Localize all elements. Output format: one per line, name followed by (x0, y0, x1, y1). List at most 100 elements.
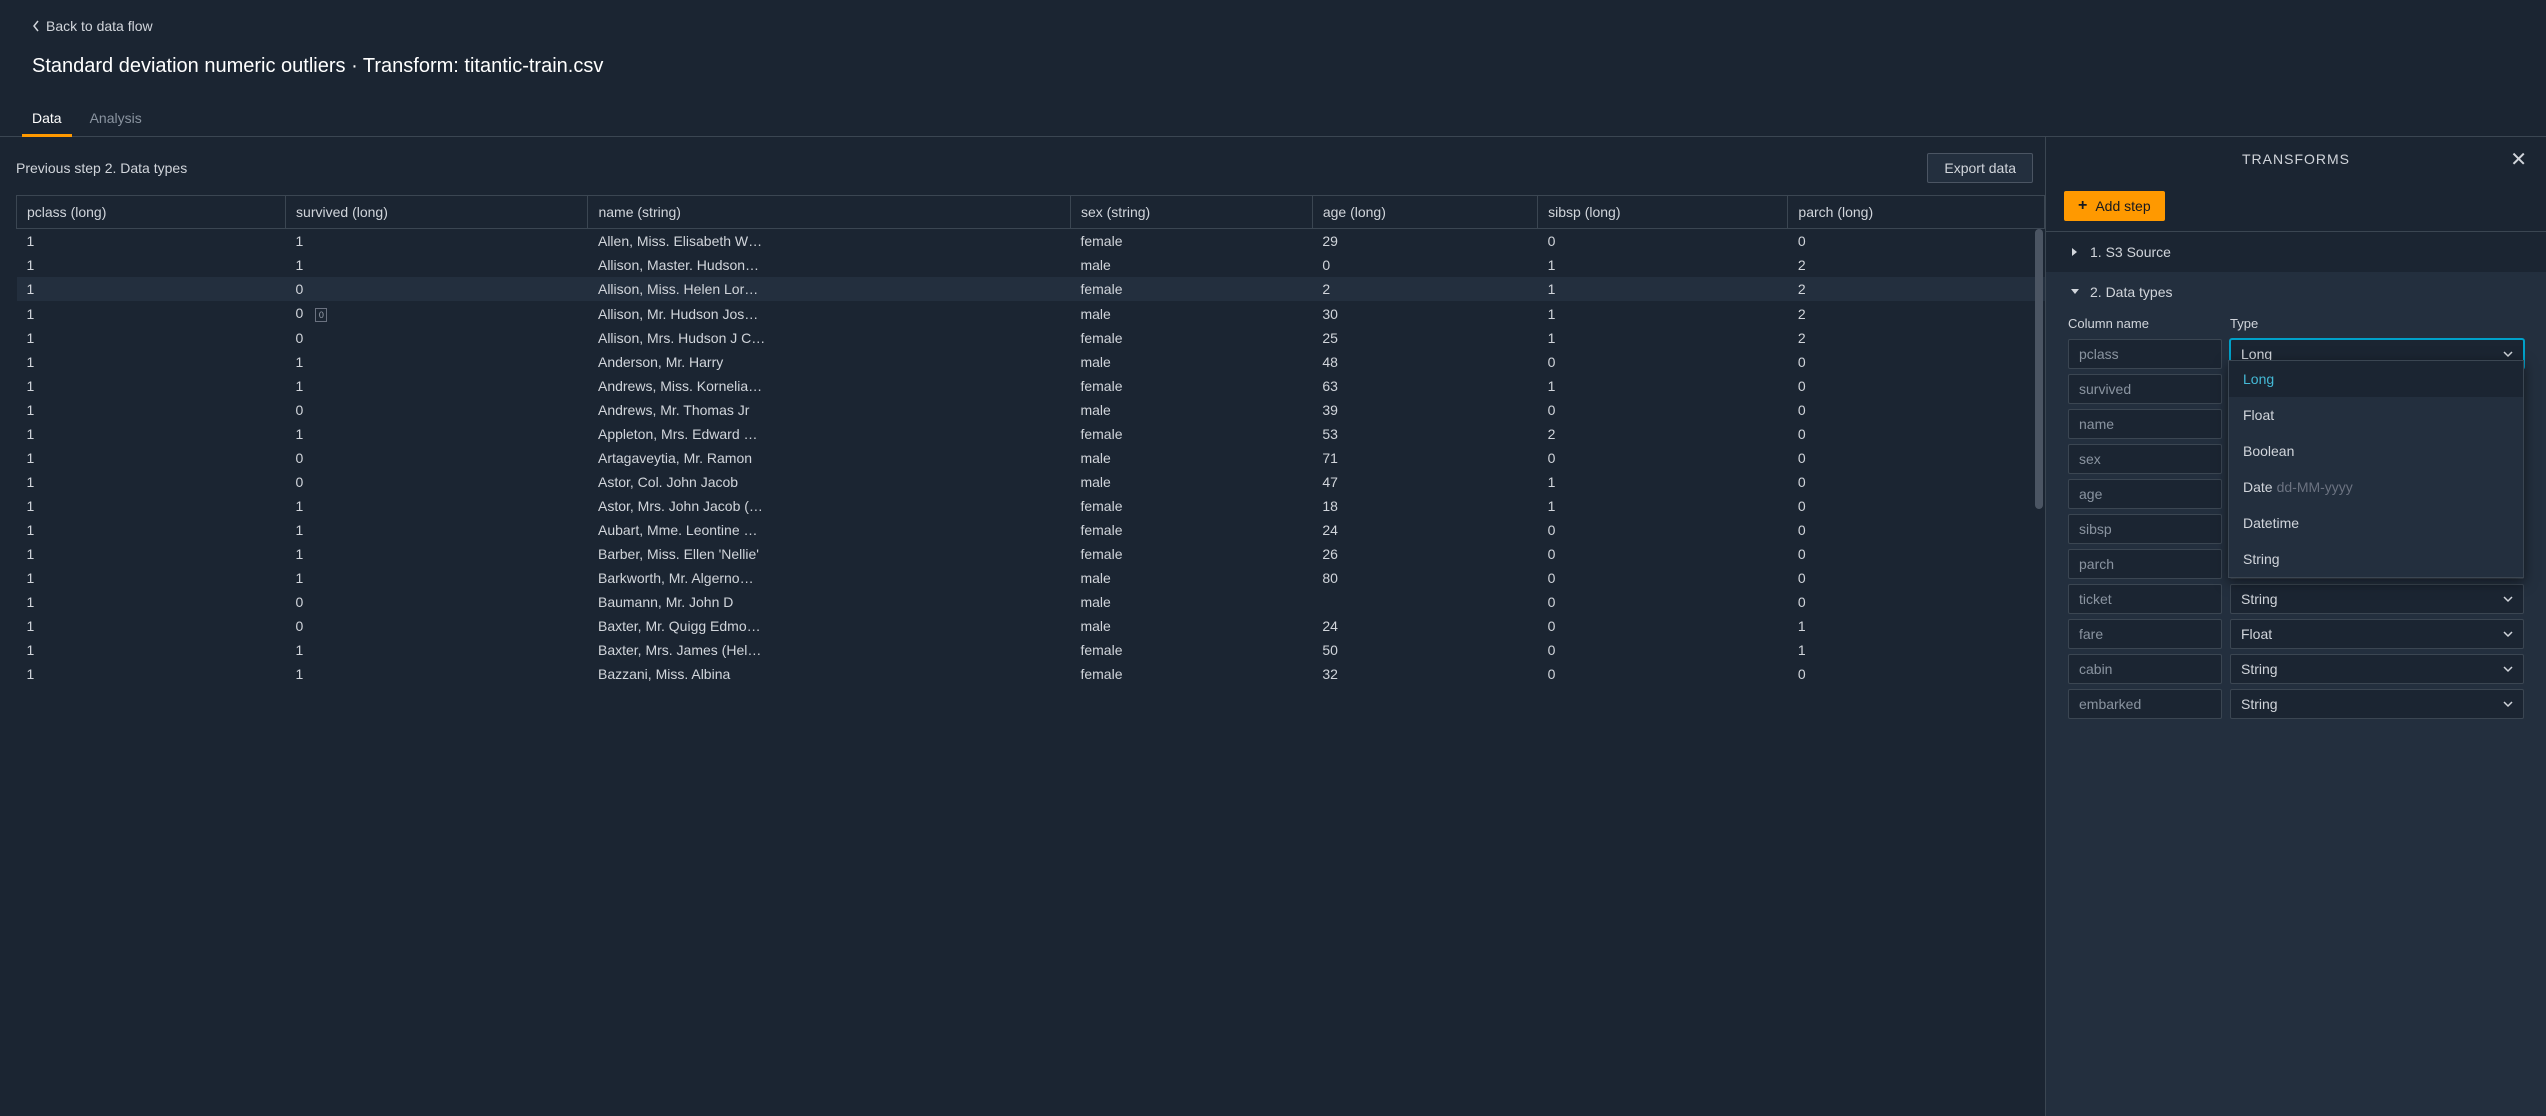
export-data-button[interactable]: Export data (1927, 153, 2033, 183)
table-cell: 50 (1312, 638, 1537, 662)
table-cell: 0 (1788, 398, 2045, 422)
table-cell: 18 (1312, 494, 1537, 518)
table-scrollbar[interactable] (2035, 229, 2043, 769)
date-format-hint: dd-MM-yyyy (2277, 479, 2353, 495)
column-name-input[interactable] (2068, 479, 2222, 509)
column-header[interactable]: age (long) (1312, 196, 1537, 229)
table-row[interactable]: 11Baxter, Mrs. James (Hel…female5001 (17, 638, 2045, 662)
table-cell: male (1070, 253, 1312, 277)
column-header[interactable]: parch (long) (1788, 196, 2045, 229)
table-cell: 2 (1312, 277, 1537, 301)
table-row[interactable]: 11Allen, Miss. Elisabeth W…female2900 (17, 229, 2045, 254)
plus-icon: + (2078, 197, 2087, 215)
table-row[interactable]: 11Allison, Master. Hudson…male012 (17, 253, 2045, 277)
dropdown-option[interactable]: Datetime (2229, 505, 2523, 541)
type-select[interactable]: String (2230, 689, 2524, 719)
tab-data[interactable]: Data (32, 102, 62, 136)
table-row[interactable]: 11Anderson, Mr. Harrymale4800 (17, 350, 2045, 374)
dropdown-option[interactable]: Float (2229, 397, 2523, 433)
table-cell: 1 (17, 326, 286, 350)
column-name-input[interactable] (2068, 374, 2222, 404)
table-cell: 0 (1538, 542, 1788, 566)
column-header[interactable]: sibsp (long) (1538, 196, 1788, 229)
column-header[interactable]: pclass (long) (17, 196, 286, 229)
step-s3-source[interactable]: 1. S3 Source (2046, 232, 2546, 272)
chevron-down-icon (2503, 661, 2513, 677)
table-cell: 0 (286, 446, 588, 470)
table-cell: 0 (1788, 422, 2045, 446)
step-data-types[interactable]: 2. Data types (2046, 272, 2546, 312)
column-header[interactable]: name (string) (588, 196, 1070, 229)
dropdown-option[interactable]: String (2229, 541, 2523, 577)
table-row[interactable]: 10Baxter, Mr. Quigg Edmo…male2401 (17, 614, 2045, 638)
back-to-data-flow-link[interactable]: Back to data flow (32, 18, 153, 34)
column-name-input[interactable] (2068, 444, 2222, 474)
table-cell: female (1070, 277, 1312, 301)
column-name-input[interactable] (2068, 549, 2222, 579)
table-row[interactable]: 10Allison, Mrs. Hudson J C…female2512 (17, 326, 2045, 350)
dropdown-option[interactable]: Boolean (2229, 433, 2523, 469)
table-cell: male (1070, 446, 1312, 470)
column-name-input[interactable] (2068, 689, 2222, 719)
type-select[interactable]: String (2230, 584, 2524, 614)
table-row[interactable]: 10Allison, Miss. Helen Lor…female212 (17, 277, 2045, 301)
type-select[interactable]: String (2230, 654, 2524, 684)
chevron-down-icon (2503, 696, 2513, 712)
add-step-button[interactable]: + Add step (2064, 191, 2165, 221)
type-header: Type (2230, 316, 2258, 331)
table-row[interactable]: 10Andrews, Mr. Thomas Jrmale3900 (17, 398, 2045, 422)
table-cell: 1 (1538, 253, 1788, 277)
table-cell: 1 (286, 566, 588, 590)
column-name-input[interactable] (2068, 409, 2222, 439)
table-row[interactable]: 10Baumann, Mr. John Dmale00 (17, 590, 2045, 614)
type-value: String (2241, 591, 2278, 607)
table-row[interactable]: 11Appleton, Mrs. Edward …female5320 (17, 422, 2045, 446)
column-name-input[interactable] (2068, 654, 2222, 684)
scroll-thumb[interactable] (2035, 229, 2043, 509)
table-cell: 0 (1788, 494, 2045, 518)
table-cell: 1 (17, 422, 286, 446)
table-cell: 1 (286, 638, 588, 662)
table-row[interactable]: 11Barber, Miss. Ellen 'Nellie'female2600 (17, 542, 2045, 566)
column-name-input[interactable] (2068, 339, 2222, 369)
table-row[interactable]: 11Bazzani, Miss. Albinafemale3200 (17, 662, 2045, 686)
data-table-wrap: pclass (long)survived (long)name (string… (16, 195, 2045, 1116)
table-row[interactable]: 10Artagaveytia, Mr. Ramonmale7100 (17, 446, 2045, 470)
tabs: Data Analysis (0, 102, 2546, 137)
column-header[interactable]: survived (long) (286, 196, 588, 229)
type-select[interactable]: Float (2230, 619, 2524, 649)
table-cell: Baumann, Mr. John D (588, 590, 1070, 614)
type-form-row: String (2056, 689, 2536, 724)
table-cell: 1 (17, 374, 286, 398)
table-cell: 1 (17, 277, 286, 301)
table-cell: Astor, Mrs. John Jacob (… (588, 494, 1070, 518)
column-name-input[interactable] (2068, 514, 2222, 544)
table-cell: 1 (17, 470, 286, 494)
column-name-input[interactable] (2068, 619, 2222, 649)
table-cell: 0 (1312, 253, 1537, 277)
table-row[interactable]: 10Astor, Col. John Jacobmale4710 (17, 470, 2045, 494)
table-row[interactable]: 11Aubart, Mme. Leontine …female2400 (17, 518, 2045, 542)
table-row[interactable]: 11Andrews, Miss. Kornelia…female6310 (17, 374, 2045, 398)
step-2-label: 2. Data types (2090, 284, 2173, 300)
table-cell: 0 (1788, 662, 2045, 686)
type-dropdown[interactable]: LongFloatBooleanDatedd-MM-yyyyDatetimeSt… (2228, 360, 2524, 578)
table-cell: male (1070, 590, 1312, 614)
tab-analysis[interactable]: Analysis (90, 102, 142, 136)
column-name-input[interactable] (2068, 584, 2222, 614)
table-cell: 2 (1788, 326, 2045, 350)
column-header[interactable]: sex (string) (1070, 196, 1312, 229)
table-row[interactable]: 11Astor, Mrs. John Jacob (…female1810 (17, 494, 2045, 518)
table-row[interactable]: 100Allison, Mr. Hudson Jos…male3012 (17, 301, 2045, 326)
table-row[interactable]: 11Barkworth, Mr. Algerno…male8000 (17, 566, 2045, 590)
table-cell: female (1070, 422, 1312, 446)
table-cell: 1 (17, 350, 286, 374)
table-cell: 0 (286, 590, 588, 614)
dropdown-option[interactable]: Datedd-MM-yyyy (2229, 469, 2523, 505)
close-icon[interactable]: ✕ (2510, 147, 2528, 172)
table-cell: 1 (286, 518, 588, 542)
data-table: pclass (long)survived (long)name (string… (16, 195, 2045, 686)
previous-step-label: Previous step 2. Data types (16, 160, 187, 176)
dropdown-option[interactable]: Long (2229, 361, 2523, 397)
table-cell: 1 (17, 662, 286, 686)
